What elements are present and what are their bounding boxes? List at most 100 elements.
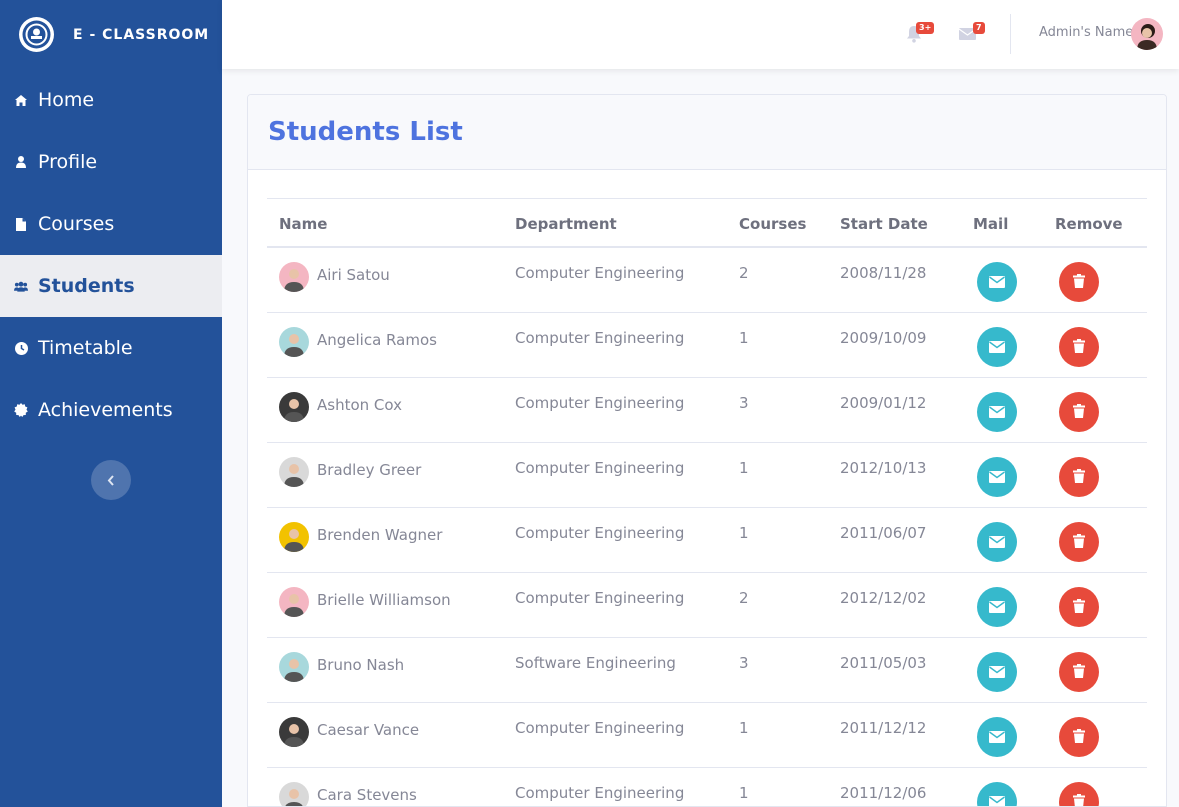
column-header-start-date[interactable]: Start Date	[840, 215, 928, 233]
table-row: Caesar Vance Computer Engineering 1 2011…	[267, 703, 1147, 768]
student-department: Computer Engineering	[515, 329, 685, 347]
trash-icon	[1073, 273, 1085, 292]
brand[interactable]: E - CLASSROOM	[0, 0, 222, 69]
trash-icon	[1073, 403, 1085, 422]
topbar-divider	[1010, 14, 1011, 54]
sidebar-item-achievements[interactable]: Achievements	[0, 379, 222, 441]
envelope-icon	[989, 598, 1005, 617]
student-courses: 1	[739, 329, 749, 347]
chevron-left-icon	[107, 471, 115, 490]
trash-icon	[1073, 663, 1085, 682]
topbar: 3+ 7 Admin's Name	[222, 0, 1179, 69]
avatar	[279, 457, 309, 487]
avatar	[279, 522, 309, 552]
student-department: Computer Engineering	[515, 719, 685, 737]
messages-button[interactable]: 7	[958, 22, 985, 45]
sidebar-toggle-button[interactable]	[91, 460, 131, 500]
avatar	[279, 262, 309, 292]
users-icon	[14, 279, 28, 293]
student-courses: 3	[739, 654, 749, 672]
student-start-date: 2011/12/12	[840, 719, 927, 737]
mail-button[interactable]	[977, 327, 1017, 367]
student-department: Computer Engineering	[515, 524, 685, 542]
student-start-date: 2011/06/07	[840, 524, 927, 542]
mail-button[interactable]	[977, 652, 1017, 692]
avatar[interactable]	[1131, 18, 1163, 50]
envelope-icon	[989, 403, 1005, 422]
remove-button[interactable]	[1059, 457, 1099, 497]
sidebar: E - CLASSROOM Home Profile Courses Stude…	[0, 0, 222, 807]
column-header-department[interactable]: Department	[515, 215, 617, 233]
mail-button[interactable]	[977, 262, 1017, 302]
mail-button[interactable]	[977, 392, 1017, 432]
student-department: Computer Engineering	[515, 589, 685, 607]
student-name: Bruno Nash	[317, 656, 405, 674]
logo-icon	[19, 17, 54, 52]
student-start-date: 2009/01/12	[840, 394, 927, 412]
mail-button[interactable]	[977, 522, 1017, 562]
student-start-date: 2009/10/09	[840, 329, 927, 347]
remove-button[interactable]	[1059, 327, 1099, 367]
table-row: Bradley Greer Computer Engineering 1 201…	[267, 443, 1147, 508]
student-start-date: 2011/12/06	[840, 784, 927, 802]
student-name: Airi Satou	[317, 266, 390, 284]
envelope-icon	[989, 273, 1005, 292]
avatar	[279, 652, 309, 682]
student-name: Ashton Cox	[317, 396, 402, 414]
student-name: Cara Stevens	[317, 786, 417, 804]
table-row: Cara Stevens Computer Engineering 1 2011…	[267, 768, 1147, 806]
badge-icon	[14, 403, 28, 417]
remove-button[interactable]	[1059, 262, 1099, 302]
brand-title: E - CLASSROOM	[73, 26, 210, 43]
remove-button[interactable]	[1059, 522, 1099, 562]
table-header: Name Department Courses Start Date Mail …	[267, 198, 1147, 248]
remove-button[interactable]	[1059, 717, 1099, 757]
column-header-mail: Mail	[973, 215, 1009, 233]
student-name: Brielle Williamson	[317, 591, 451, 609]
table-body: Airi Satou Computer Engineering 2 2008/1…	[267, 248, 1147, 806]
student-courses: 1	[739, 719, 749, 737]
sidebar-item-label: Achievements	[38, 399, 173, 421]
student-start-date: 2008/11/28	[840, 264, 927, 282]
mail-button[interactable]	[977, 717, 1017, 757]
table-row: Airi Satou Computer Engineering 2 2008/1…	[267, 248, 1147, 313]
avatar	[279, 587, 309, 617]
student-name: Bradley Greer	[317, 461, 422, 479]
remove-button[interactable]	[1059, 782, 1099, 806]
student-name: Caesar Vance	[317, 721, 420, 739]
envelope-icon	[989, 728, 1005, 747]
trash-icon	[1073, 468, 1085, 487]
avatar	[279, 782, 309, 806]
remove-button[interactable]	[1059, 587, 1099, 627]
remove-button[interactable]	[1059, 652, 1099, 692]
user-icon	[14, 155, 28, 169]
student-courses: 1	[739, 784, 749, 802]
sidebar-item-students[interactable]: Students	[0, 255, 222, 317]
sidebar-item-courses[interactable]: Courses	[0, 193, 222, 255]
sidebar-item-home[interactable]: Home	[0, 69, 222, 131]
envelope-icon	[989, 793, 1005, 806]
mail-button[interactable]	[977, 587, 1017, 627]
mail-button[interactable]	[977, 457, 1017, 497]
clock-icon	[14, 341, 28, 355]
student-start-date: 2012/12/02	[840, 589, 927, 607]
trash-icon	[1073, 728, 1085, 747]
table-row: Brielle Williamson Computer Engineering …	[267, 573, 1147, 638]
student-name: Brenden Wagner	[317, 526, 443, 544]
column-header-courses[interactable]: Courses	[739, 215, 806, 233]
student-department: Computer Engineering	[515, 394, 685, 412]
user-name[interactable]: Admin's Name	[1039, 25, 1133, 40]
envelope-icon	[989, 663, 1005, 682]
mail-button[interactable]	[977, 782, 1017, 806]
trash-icon	[1073, 793, 1085, 806]
avatar	[279, 717, 309, 747]
table-row: Bruno Nash Software Engineering 3 2011/0…	[267, 638, 1147, 703]
sidebar-item-label: Timetable	[38, 337, 133, 359]
sidebar-item-timetable[interactable]: Timetable	[0, 317, 222, 379]
sidebar-item-profile[interactable]: Profile	[0, 131, 222, 193]
remove-button[interactable]	[1059, 392, 1099, 432]
column-header-name[interactable]: Name	[279, 215, 327, 233]
column-header-remove: Remove	[1055, 215, 1123, 233]
avatar	[279, 327, 309, 357]
alerts-button[interactable]: 3+	[906, 22, 935, 45]
